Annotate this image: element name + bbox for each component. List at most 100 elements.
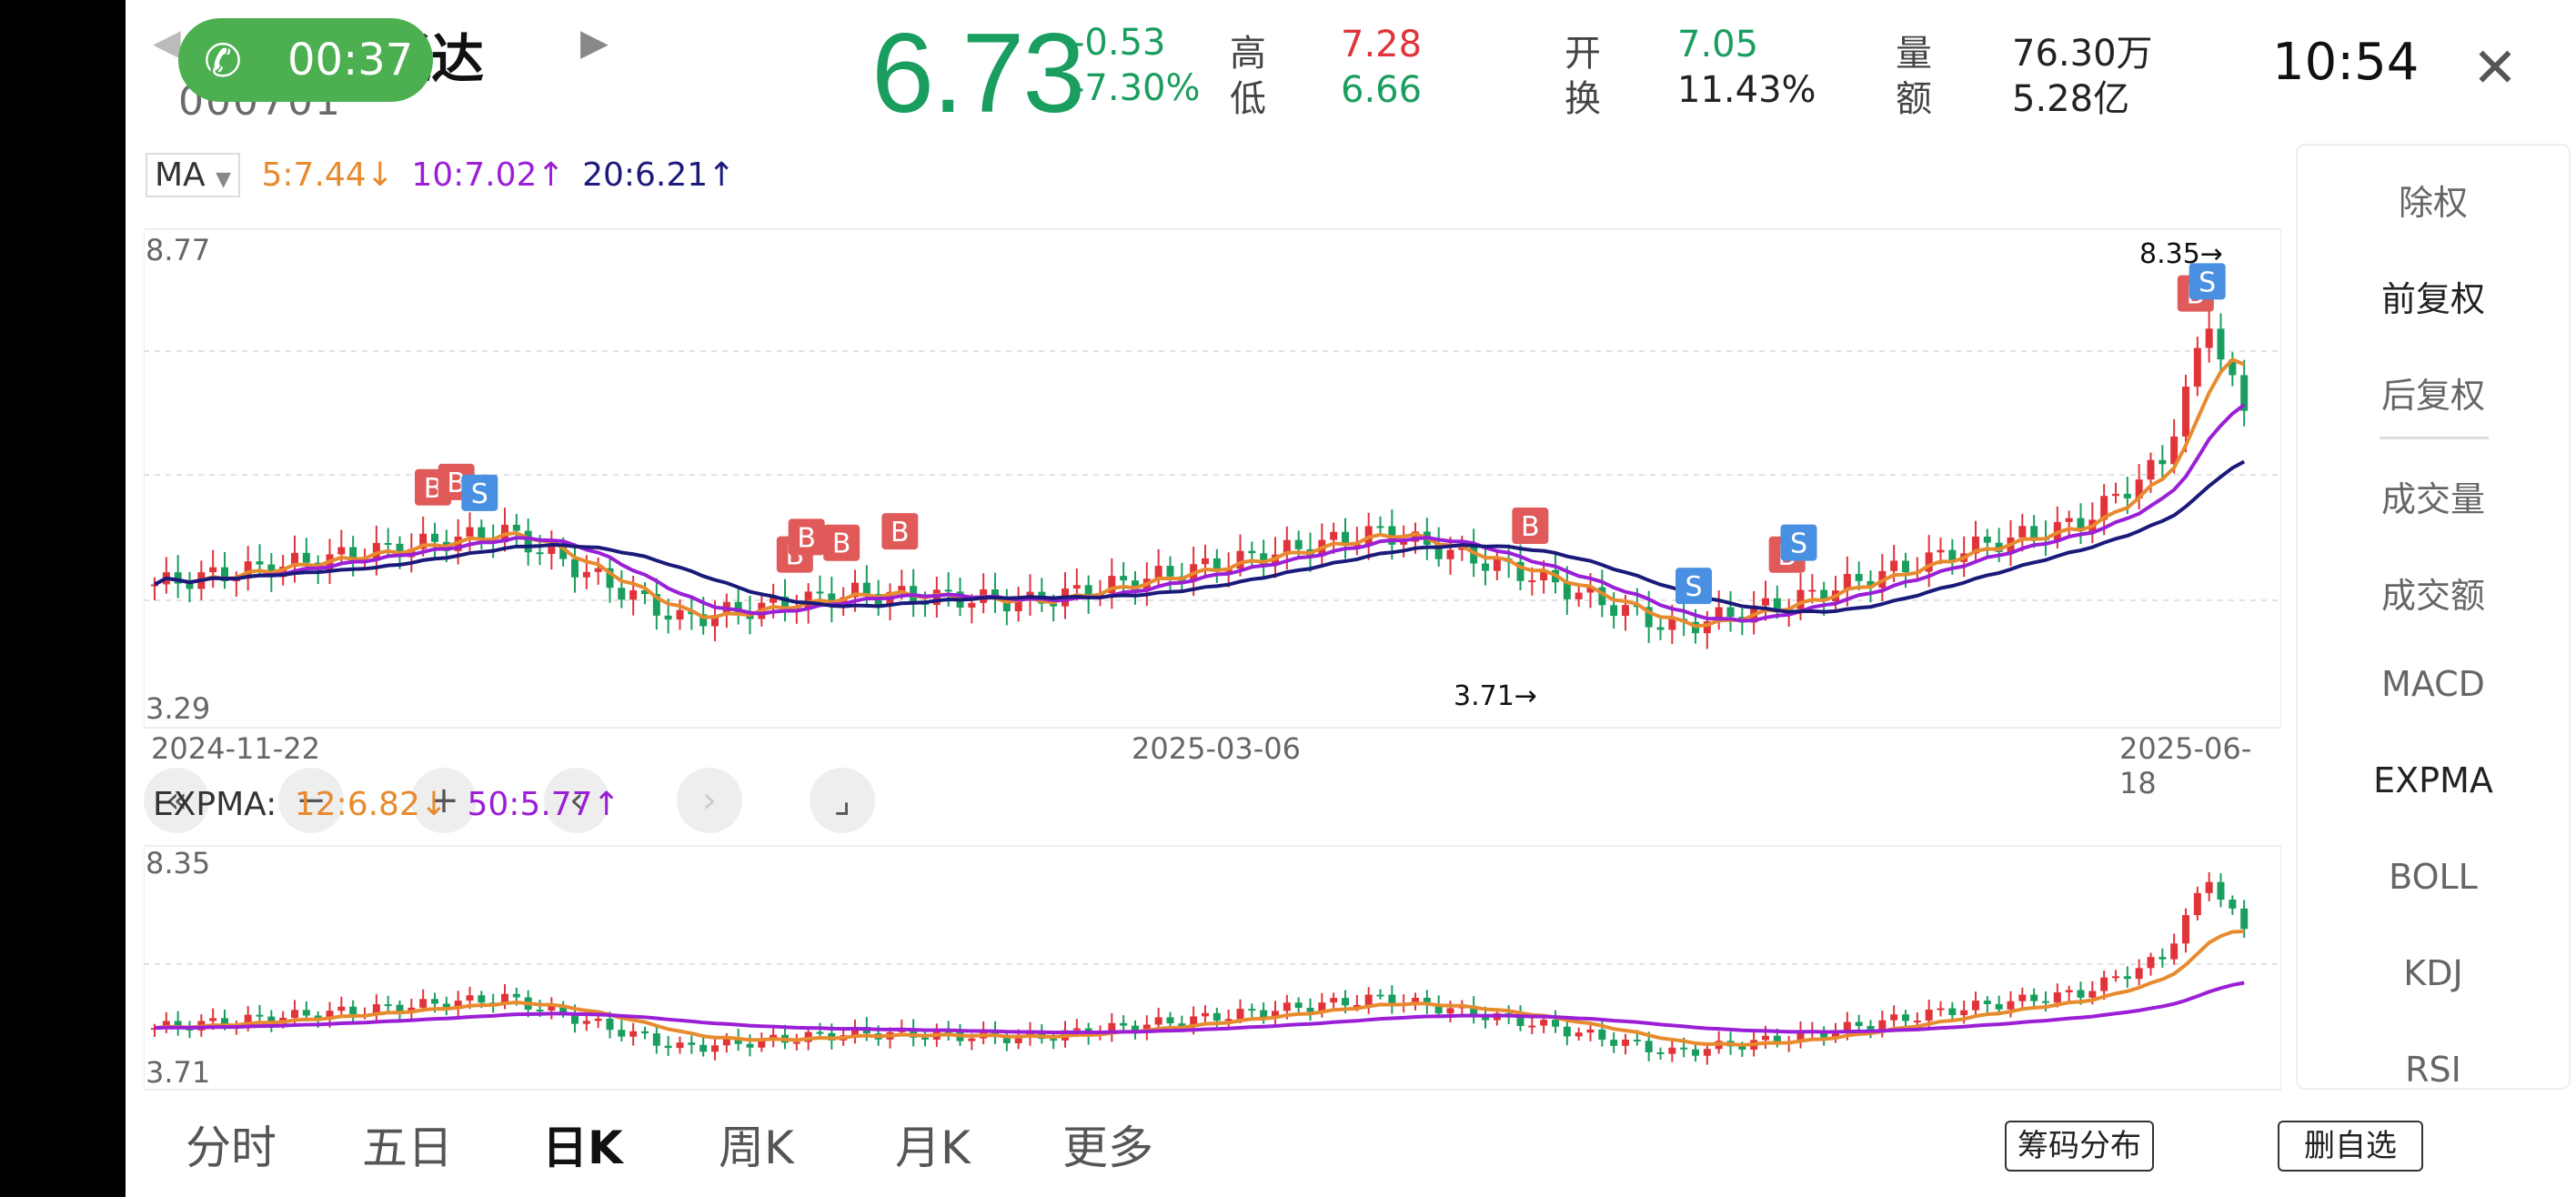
side-item-expma[interactable]: EXPMA bbox=[2298, 760, 2569, 800]
tab-weekly-k[interactable]: 周K bbox=[719, 1112, 794, 1177]
candle-body bbox=[1808, 589, 1816, 592]
expma-candle-body bbox=[792, 1041, 800, 1044]
expma-candle-body bbox=[1586, 1029, 1595, 1033]
expma-candle-body bbox=[1575, 1032, 1583, 1037]
candle-body bbox=[536, 552, 544, 555]
side-item-amount[interactable]: 成交额 bbox=[2298, 568, 2569, 618]
side-item-volume[interactable]: 成交量 bbox=[2298, 471, 2569, 521]
candle-body bbox=[2182, 387, 2189, 437]
expma-candle-body bbox=[606, 1018, 614, 1031]
candle-body bbox=[944, 589, 952, 592]
expma-candle-body bbox=[2147, 957, 2155, 969]
expma-candle-body bbox=[2158, 957, 2167, 960]
signal-marker-label: S bbox=[2199, 267, 2216, 298]
side-item-backward-adjust[interactable]: 后复权 bbox=[2298, 367, 2569, 417]
high-value: 7.28 bbox=[1341, 24, 1423, 65]
candle-body bbox=[337, 547, 346, 555]
expma-candle-body bbox=[629, 1031, 638, 1037]
expma-candle-body bbox=[711, 1045, 719, 1052]
candle-body bbox=[1446, 549, 1454, 559]
expma-candle-body bbox=[478, 995, 486, 1003]
expma-candle-body bbox=[1738, 1046, 1746, 1050]
expma-candle-body bbox=[1680, 1047, 1688, 1050]
signal-marker-label: S bbox=[471, 478, 488, 510]
scroll-right-button[interactable]: › bbox=[677, 768, 742, 833]
expma-candle-body bbox=[1236, 1009, 1244, 1020]
candle-body bbox=[2065, 518, 2073, 522]
expma-candle-body bbox=[1925, 1010, 1933, 1021]
tab-intraday[interactable]: 分时 bbox=[186, 1112, 277, 1177]
expma-candle-body bbox=[2240, 908, 2249, 930]
signal-marker-label: S bbox=[1790, 528, 1807, 560]
remove-favorite-button[interactable]: 删自选 bbox=[2278, 1121, 2423, 1172]
low-value: 6.66 bbox=[1341, 69, 1423, 111]
expma-y-bottom: 3.71 bbox=[146, 1055, 211, 1090]
tab-more[interactable]: 更多 bbox=[1062, 1112, 1153, 1177]
expma-candle-body bbox=[1540, 1020, 1548, 1026]
tab-daily-k[interactable]: 日K bbox=[542, 1112, 623, 1177]
reset-view-button[interactable]: ⌟ bbox=[810, 768, 875, 833]
expma-candle-body bbox=[2123, 976, 2131, 980]
candle-body bbox=[1120, 576, 1128, 581]
side-item-ex-rights[interactable]: 除权 bbox=[2298, 175, 2569, 225]
next-stock-icon[interactable]: ▶ bbox=[580, 22, 609, 64]
expma-candle-body bbox=[1446, 1008, 1454, 1014]
expma-candle-body bbox=[536, 1009, 544, 1011]
prev-stock-icon[interactable]: ◀ bbox=[153, 22, 181, 64]
expma-candle-body bbox=[431, 999, 438, 1004]
expma-candle-body bbox=[1552, 1020, 1559, 1027]
expma-candle-body bbox=[2065, 990, 2073, 992]
ema50-value: 50:5.77 bbox=[467, 786, 593, 823]
expma-indicator-bar: EXPMA: 12:6.82↓ 50:5.77↑ bbox=[153, 786, 620, 823]
side-item-rsi[interactable]: RSI bbox=[2298, 1050, 2569, 1086]
candle-body bbox=[1855, 574, 1863, 581]
date-label-end: 2025-06-18 bbox=[2119, 731, 2252, 800]
expma-candle-body bbox=[1364, 994, 1373, 1005]
candle-body bbox=[2158, 459, 2167, 465]
tab-five-day[interactable]: 五日 bbox=[362, 1112, 453, 1177]
y-axis-bottom: 3.29 bbox=[146, 691, 211, 726]
expma-candle-body bbox=[1622, 1040, 1629, 1046]
call-indicator[interactable]: ✆ 00:37 bbox=[178, 18, 433, 102]
expma-candle-body bbox=[2007, 1001, 2015, 1010]
price-change: -0.53 bbox=[1072, 22, 1166, 64]
expma-panel-frame bbox=[144, 845, 2281, 1091]
candle-body bbox=[256, 561, 264, 565]
expma-candle-body bbox=[1867, 1025, 1875, 1031]
candle-body bbox=[1330, 531, 1338, 540]
candle-body bbox=[2193, 347, 2201, 387]
side-item-macd[interactable]: MACD bbox=[2298, 664, 2569, 704]
side-item-boll[interactable]: BOLL bbox=[2298, 857, 2569, 897]
candle-body bbox=[1622, 605, 1629, 617]
call-timer: 00:37 bbox=[287, 35, 414, 86]
expma-candle-body bbox=[1294, 1002, 1303, 1009]
candle-body bbox=[302, 552, 310, 563]
expma-candle-body bbox=[1902, 1014, 1909, 1021]
current-price: 6.73 bbox=[871, 11, 1085, 136]
side-item-forward-adjust[interactable]: 前复权 bbox=[2298, 271, 2569, 321]
close-icon[interactable]: ✕ bbox=[2436, 18, 2554, 118]
candle-body bbox=[512, 524, 520, 531]
expma-candle-body bbox=[2053, 991, 2061, 1003]
candle-body bbox=[862, 582, 870, 595]
kline-chart-area[interactable]: MA ▼ 5:7.44↓ 10:7.02↑ 20:6.21↑ BBSBBBBBS… bbox=[144, 146, 2281, 1091]
expma-candle-body bbox=[2229, 900, 2237, 909]
expma-candle-body bbox=[1072, 1028, 1081, 1031]
expma-candle-body bbox=[1154, 1017, 1162, 1025]
amount-value: 5.28亿 bbox=[2012, 78, 2130, 120]
expma-candle-body bbox=[1330, 998, 1338, 1003]
expma-candle-body bbox=[466, 995, 474, 1001]
expma-candle-body bbox=[582, 1021, 590, 1024]
expma-candle-body bbox=[1120, 1022, 1128, 1026]
expma-candle-body bbox=[2088, 991, 2097, 998]
expma-candle-body bbox=[664, 1045, 672, 1049]
side-item-kdj[interactable]: KDJ bbox=[2298, 953, 2569, 993]
chip-distribution-button[interactable]: 筹码分布 bbox=[2005, 1121, 2154, 1172]
expma-candle-body bbox=[512, 993, 520, 998]
tab-monthly-k[interactable]: 月K bbox=[895, 1112, 971, 1177]
expma-candle-body bbox=[1376, 994, 1384, 997]
signal-marker-label: B bbox=[891, 517, 910, 548]
left-edge-bar bbox=[0, 0, 126, 1197]
high-marker-label: 8.35→ bbox=[2139, 238, 2223, 270]
expma-candle-body bbox=[1260, 1010, 1268, 1018]
